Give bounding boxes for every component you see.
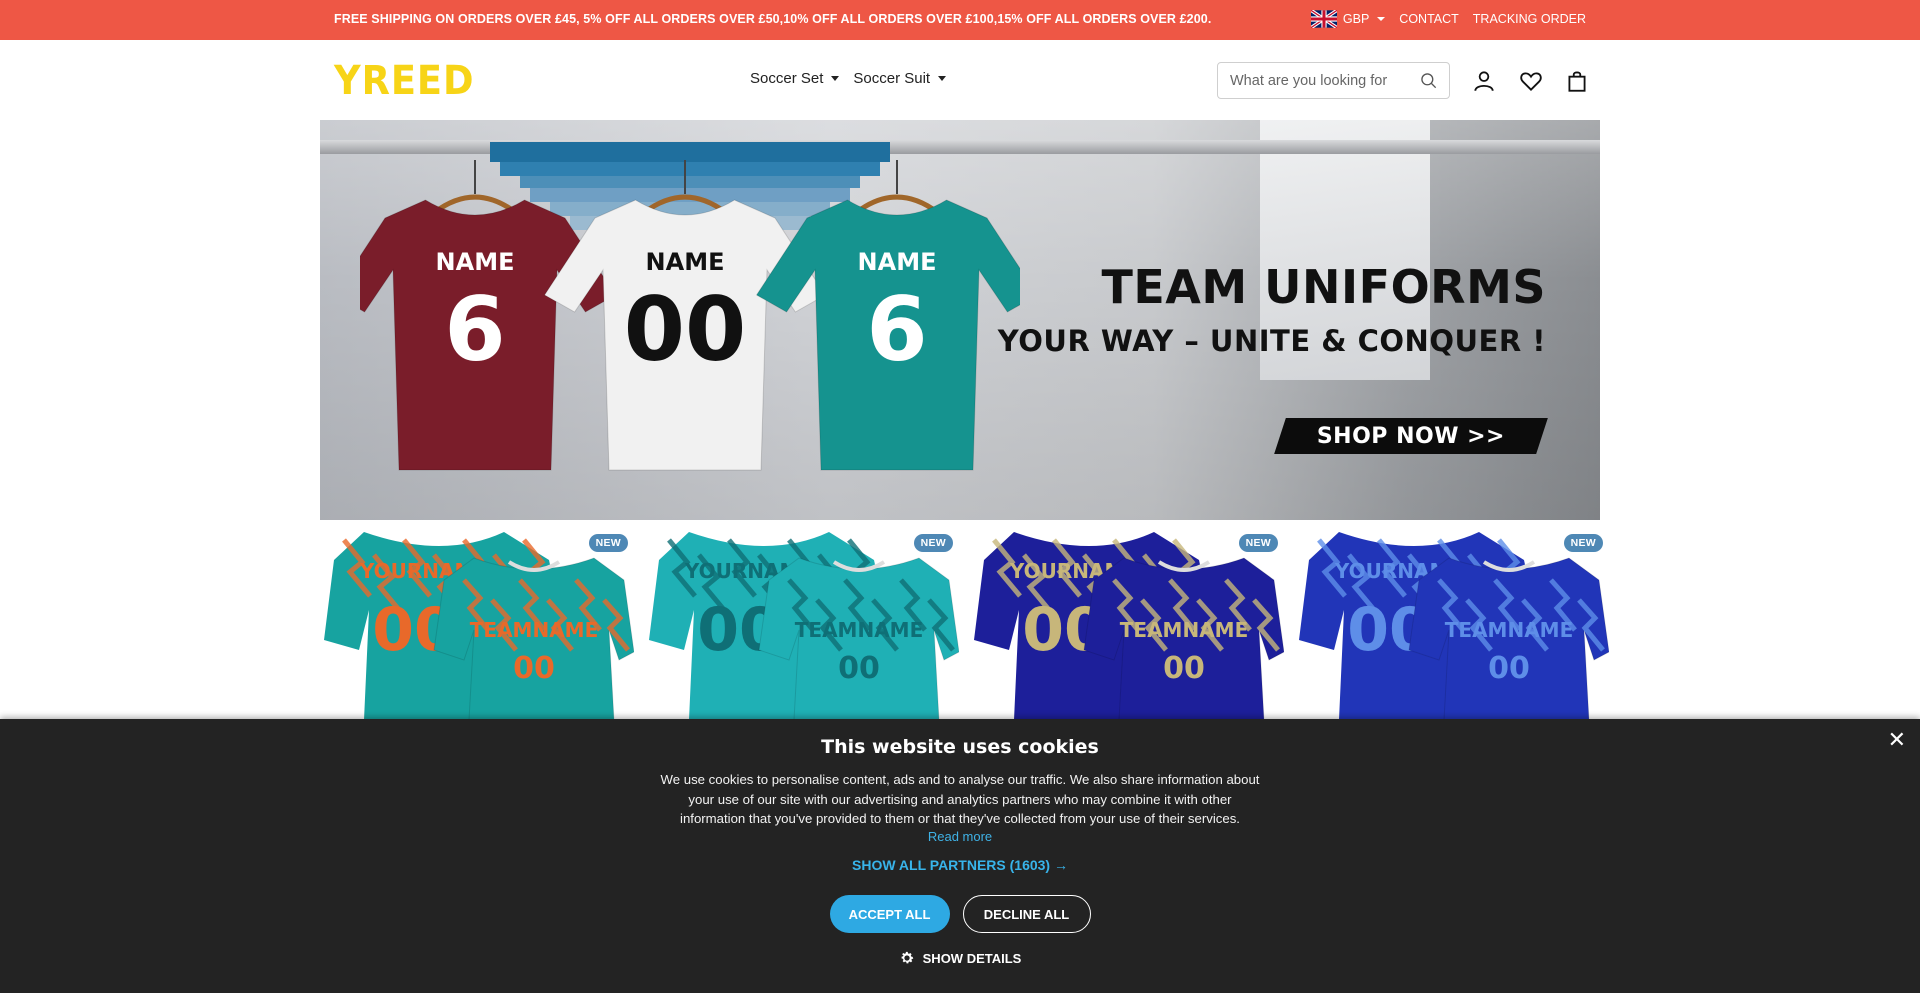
main-nav: Soccer Set Soccer Suit xyxy=(750,70,947,87)
product-image: YOURNAME00 TEAMNAME00 xyxy=(974,532,1284,720)
chevron-down-icon xyxy=(938,76,947,81)
show-all-partners-link[interactable]: SHOW ALL PARTNERS (1603) → xyxy=(0,857,1920,873)
currency-label: GBP xyxy=(1342,12,1370,26)
promo-bar: FREE SHIPPING ON ORDERS OVER £45, 5% OFF… xyxy=(0,0,1920,40)
product-grid: NEW YOURNAME 00 TEAMNAME 00 NEW YOURNAME 00 T… xyxy=(320,520,1609,720)
jersey-number-text: 6 xyxy=(444,278,505,381)
product-card[interactable]: NEW YOURNAME 00 TEAMNAME 00 xyxy=(324,520,634,720)
accept-all-button[interactable]: ACCEPT ALL xyxy=(829,895,950,933)
jersey-name-text: TEAMNAME xyxy=(1445,618,1573,642)
product-image: YOURNAME00 TEAMNAME00 xyxy=(649,532,959,720)
contact-link[interactable]: CONTACT xyxy=(1399,12,1459,26)
hero-title: TEAM UNIFORMS xyxy=(1101,260,1546,314)
product-image: YOURNAME00 TEAMNAME00 xyxy=(1299,532,1609,720)
hero-jersey: NAME00 xyxy=(543,160,827,471)
jersey-name-text: NAME xyxy=(436,248,515,276)
new-badge: NEW xyxy=(1238,534,1278,552)
nav-item-soccer-suit[interactable]: Soccer Suit xyxy=(853,70,947,87)
topbar-links: GBP CONTACT TRACKING ORDER xyxy=(1310,10,1586,28)
jersey-number-text: 00 xyxy=(1163,651,1205,686)
account-icon[interactable] xyxy=(1471,68,1497,94)
nav-item-label: Soccer Set xyxy=(750,70,824,87)
search-box xyxy=(1217,62,1450,99)
jersey-name-text: TEAMNAME xyxy=(795,618,923,642)
jersey-number-text: 00 xyxy=(624,278,746,381)
hero-subtitle: YOUR WAY – UNITE & CONQUER ! xyxy=(997,324,1546,358)
logo[interactable]: YREED xyxy=(334,60,474,102)
search-input[interactable] xyxy=(1230,72,1400,89)
chevron-down-icon xyxy=(1377,17,1386,21)
shop-now-button[interactable]: SHOP NOW >> xyxy=(1274,418,1548,454)
hero-jersey: NAME6 xyxy=(360,160,617,471)
jersey-number-text: 00 xyxy=(513,651,555,686)
cart-bag-icon[interactable] xyxy=(1564,68,1590,94)
show-details-label: SHOW DETAILS xyxy=(922,950,1022,966)
promo-text: FREE SHIPPING ON ORDERS OVER £45, 5% OFF… xyxy=(334,12,1212,26)
cookie-buttons: ACCEPT ALL DECLINE ALL xyxy=(0,895,1920,933)
jersey-number-text: 6 xyxy=(866,278,927,381)
jersey-name-text: NAME xyxy=(646,248,725,276)
new-badge: NEW xyxy=(913,534,953,552)
show-details-toggle[interactable]: SHOW DETAILS xyxy=(0,950,1920,966)
product-card[interactable]: NEW YOURNAME 00 TEAMNAME 00 xyxy=(1299,520,1609,720)
jersey-name-text: NAME xyxy=(858,248,937,276)
nav-item-soccer-set[interactable]: Soccer Set xyxy=(750,70,840,87)
product-card[interactable]: NEW YOURNAME 00 TEAMNAME 00 xyxy=(649,520,959,720)
jersey-name-text: TEAMNAME xyxy=(470,618,598,642)
hero-jerseys: NAME6NAME00NAME6 xyxy=(360,160,1020,471)
uk-flag-icon xyxy=(1310,10,1337,28)
jersey-number-text: 00 xyxy=(1488,651,1530,686)
jersey-number-text: 00 xyxy=(838,651,880,686)
cookie-title: This website uses cookies xyxy=(821,736,1099,758)
product-image: YOURNAME00 TEAMNAME00 xyxy=(324,532,634,720)
cookie-banner: ✕ This website uses cookies We use cooki… xyxy=(0,719,1920,993)
chevron-down-icon xyxy=(831,76,840,81)
new-badge: NEW xyxy=(1563,534,1603,552)
wishlist-heart-icon[interactable] xyxy=(1518,68,1544,94)
shop-now-label: SHOP NOW >> xyxy=(1316,423,1506,449)
tracking-order-link[interactable]: TRACKING ORDER xyxy=(1473,12,1586,26)
site-header: YREED Soccer Set Soccer Suit xyxy=(0,40,1920,120)
read-more-link[interactable]: Read more xyxy=(0,829,1920,844)
gear-icon xyxy=(901,951,913,964)
currency-selector[interactable]: GBP xyxy=(1310,10,1386,28)
new-badge: NEW xyxy=(588,534,628,552)
decline-all-button[interactable]: DECLINE ALL xyxy=(962,895,1091,933)
hero-jersey: NAME6 xyxy=(755,160,1020,471)
search-icon[interactable] xyxy=(1419,71,1439,91)
jersey-name-text: TEAMNAME xyxy=(1120,618,1248,642)
cookie-body: We use cookies to personalise content, a… xyxy=(660,772,1260,826)
hero-banner[interactable]: NAME 6 NAME 00 NAME 6 TEAM UNIFORMS YOUR WAY … xyxy=(320,120,1600,520)
nav-item-label: Soccer Suit xyxy=(853,70,931,87)
product-card[interactable]: NEW YOURNAME 00 TEAMNAME 00 xyxy=(974,520,1284,720)
